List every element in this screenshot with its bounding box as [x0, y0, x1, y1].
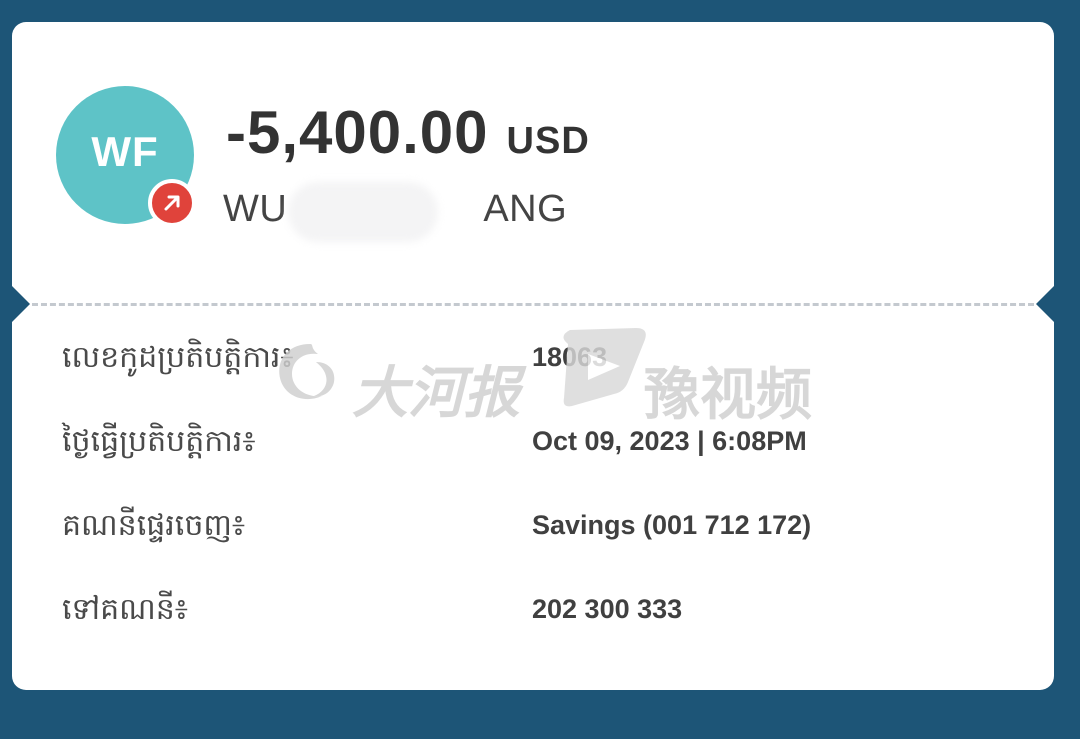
- transaction-amount: -5,400.00: [226, 99, 489, 166]
- transaction-date-value: Oct 09, 2023 | 6:08PM: [532, 426, 807, 456]
- detail-row-from-account: គណនីផ្ទេរចេញ៖ Savings (001 712 172): [12, 506, 1054, 566]
- arrow-up-right-icon: [164, 195, 180, 211]
- transaction-id-value: 18063: [532, 342, 608, 372]
- dashed-divider: [32, 303, 1034, 306]
- counterparty-name-end: ANG: [483, 188, 568, 230]
- from-account-label: គណនីផ្ទេរចេញ៖: [62, 509, 246, 542]
- detail-row-transaction-date: ថ្ងៃធ្វើប្រតិបត្តិការ៖ Oct 09, 2023 | 6:…: [12, 422, 1054, 482]
- to-account-value: 202 300 333: [532, 594, 683, 624]
- transaction-date-label: ថ្ងៃធ្វើប្រតិបត្តិការ៖: [62, 425, 256, 458]
- detail-row-to-account: ទៅគណនី៖ 202 300 333: [12, 590, 1054, 650]
- to-account-label: ទៅគណនី៖: [62, 593, 188, 626]
- detail-row-transaction-id: លេខកូដប្រតិបត្តិការ៖ 18063: [12, 338, 1054, 398]
- ticket-notch-right: [1036, 286, 1054, 322]
- from-account-value: Savings (001 712 172): [532, 510, 812, 540]
- counterparty-name-start: WU: [223, 188, 288, 230]
- outgoing-transfer-icon: [148, 179, 196, 227]
- currency-code: USD: [506, 120, 590, 162]
- redaction-blur: [288, 182, 438, 242]
- amount-row: -5,400.00 USD: [226, 98, 590, 167]
- avatar-initials: WF: [91, 128, 159, 175]
- transaction-id-label: លេខកូដប្រតិបត្តិការ៖: [62, 341, 294, 374]
- transaction-receipt-card: WF -5,400.00 USD WU ANG លេខកូដប្រតិបត្តិក…: [12, 22, 1054, 690]
- ticket-notch-left: [12, 286, 30, 322]
